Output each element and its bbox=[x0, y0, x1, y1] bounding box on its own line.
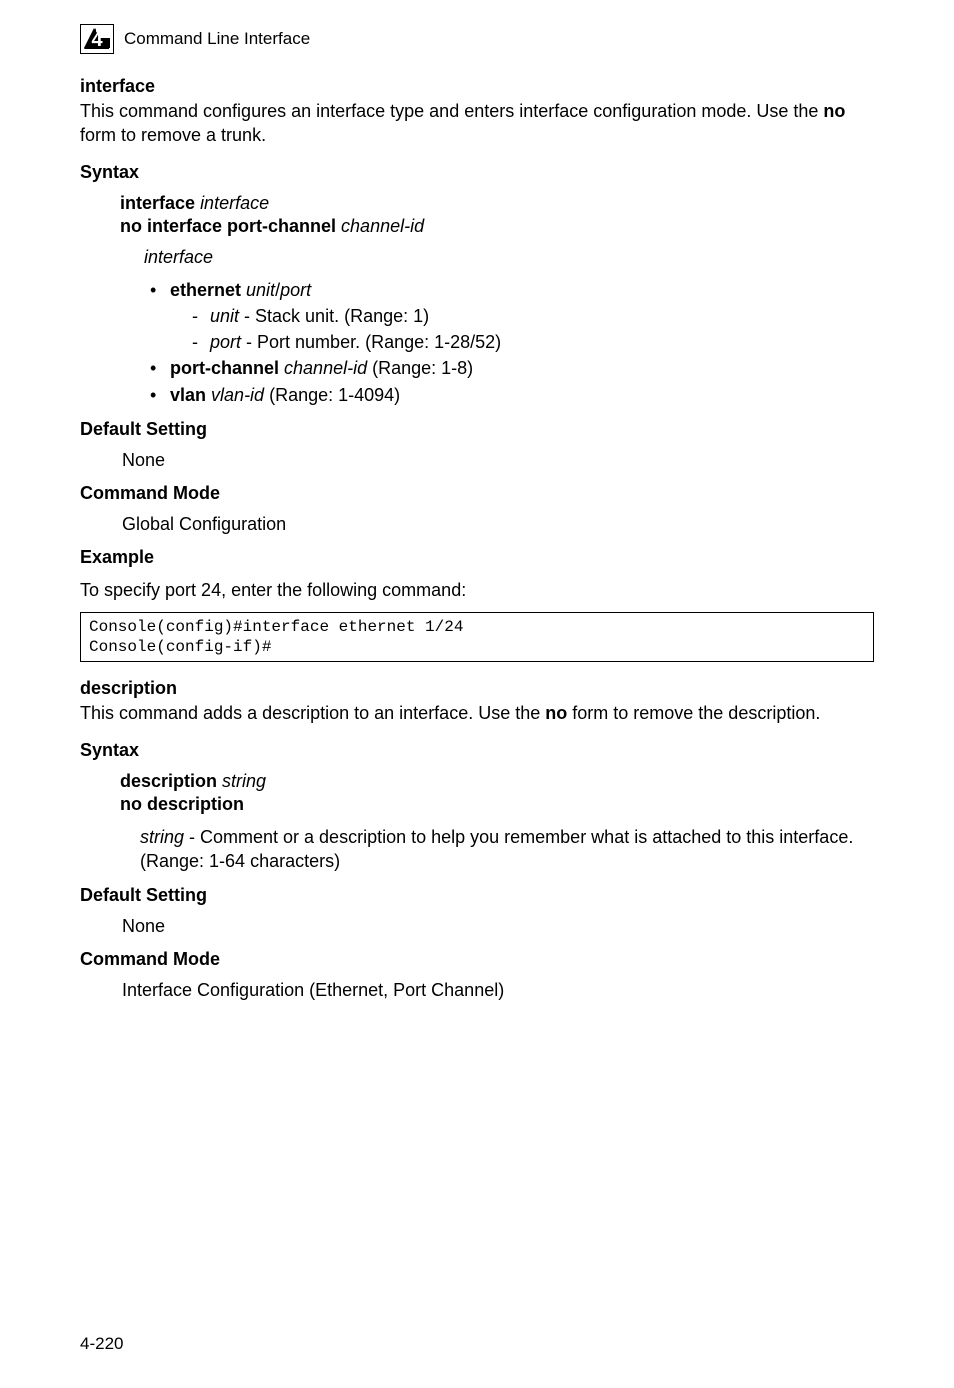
port-label: port bbox=[210, 332, 241, 352]
sub-item-unit: unit - Stack unit. (Range: 1) bbox=[192, 304, 874, 328]
svg-text:4: 4 bbox=[91, 29, 103, 51]
desc2-part1: This command adds a description to an in… bbox=[80, 703, 545, 723]
vlan-range: (Range: 1-4094) bbox=[264, 385, 400, 405]
interface-option-list: ethernet unit/port unit - Stack unit. (R… bbox=[80, 278, 874, 407]
default-setting-title-2: Default Setting bbox=[80, 885, 874, 906]
console-output-1: Console(config)#interface ethernet 1/24 … bbox=[80, 612, 874, 662]
vlan-param: vlan-id bbox=[211, 385, 264, 405]
ethernet-sublist: unit - Stack unit. (Range: 1) port - Por… bbox=[170, 304, 874, 355]
desc2-part2: form to remove the description. bbox=[567, 703, 820, 723]
unit-desc: - Stack unit. (Range: 1) bbox=[239, 306, 429, 326]
desc-no-bold: no bbox=[823, 101, 845, 121]
console-line-2: Console(config-if)# bbox=[89, 638, 271, 656]
syntax1-param: interface bbox=[200, 193, 269, 213]
syntax2-param: channel-id bbox=[341, 216, 424, 236]
desc2-no-bold: no bbox=[545, 703, 567, 723]
example-desc-1: To specify port 24, enter the following … bbox=[80, 578, 874, 602]
console-line-1: Console(config)#interface ethernet 1/24 bbox=[89, 618, 463, 636]
list-item-ethernet: ethernet unit/port unit - Stack unit. (R… bbox=[150, 278, 874, 355]
command-mode-value-1: Global Configuration bbox=[122, 514, 874, 535]
command-mode-title-2: Command Mode bbox=[80, 949, 874, 970]
interface-label: interface bbox=[144, 247, 213, 267]
sub-item-port: port - Port number. (Range: 1-28/52) bbox=[192, 330, 874, 354]
port-channel-range: (Range: 1-8) bbox=[367, 358, 473, 378]
list-item-vlan: vlan vlan-id (Range: 1-4094) bbox=[150, 383, 874, 407]
syntax-block-1: interface interface no interface port-ch… bbox=[120, 193, 874, 237]
command-title-description: description bbox=[80, 678, 874, 699]
string-label: string bbox=[140, 827, 184, 847]
port-channel-param: channel-id bbox=[284, 358, 367, 378]
ethernet-port: port bbox=[280, 280, 311, 300]
command-mode-value-2: Interface Configuration (Ethernet, Port … bbox=[122, 980, 874, 1001]
syntax1-keyword: interface bbox=[120, 193, 195, 213]
default-setting-value-2: None bbox=[122, 916, 874, 937]
syntax-title-2: Syntax bbox=[80, 740, 874, 761]
syntax4-keyword: no description bbox=[120, 794, 244, 814]
page-header: 4 Command Line Interface bbox=[80, 24, 874, 54]
default-setting-value-1: None bbox=[122, 450, 874, 471]
syntax3-param: string bbox=[222, 771, 266, 791]
string-desc: - Comment or a description to help you r… bbox=[140, 827, 853, 871]
syntax3-keyword: description bbox=[120, 771, 217, 791]
default-setting-title-1: Default Setting bbox=[80, 419, 874, 440]
ethernet-keyword: ethernet bbox=[170, 280, 241, 300]
header-text: Command Line Interface bbox=[124, 29, 310, 49]
command-description-description: This command adds a description to an in… bbox=[80, 701, 874, 725]
port-desc: - Port number. (Range: 1-28/52) bbox=[241, 332, 501, 352]
list-item-port-channel: port-channel channel-id (Range: 1-8) bbox=[150, 356, 874, 380]
vlan-keyword: vlan bbox=[170, 385, 206, 405]
syntax-block-2: description string no description bbox=[120, 771, 874, 815]
example-title-1: Example bbox=[80, 547, 874, 568]
port-channel-keyword: port-channel bbox=[170, 358, 279, 378]
command-title-interface: interface bbox=[80, 76, 874, 97]
desc-part1: This command configures an interface typ… bbox=[80, 101, 823, 121]
desc-part2: form to remove a trunk. bbox=[80, 125, 266, 145]
ethernet-unit: unit bbox=[246, 280, 275, 300]
syntax-title-1: Syntax bbox=[80, 162, 874, 183]
interface-param-label: interface bbox=[144, 247, 874, 268]
string-param-desc: string - Comment or a description to hel… bbox=[140, 825, 874, 874]
command-description-interface: This command configures an interface typ… bbox=[80, 99, 874, 148]
command-mode-title-1: Command Mode bbox=[80, 483, 874, 504]
syntax2-keyword: no interface port-channel bbox=[120, 216, 336, 236]
unit-label: unit bbox=[210, 306, 239, 326]
chapter-badge-icon: 4 bbox=[80, 24, 114, 54]
page-number: 4-220 bbox=[80, 1334, 123, 1354]
